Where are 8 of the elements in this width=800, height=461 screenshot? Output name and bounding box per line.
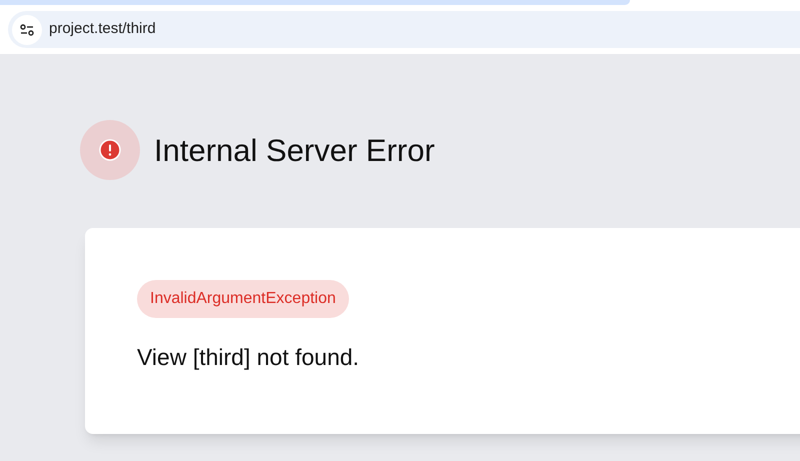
error-message: View [third] not found. (137, 346, 360, 369)
settings-icon (20, 24, 34, 36)
url-text: project.test/third (49, 19, 156, 40)
address-bar[interactable]: project.test/third (8, 11, 800, 48)
exception-badge: InvalidArgumentException (137, 280, 349, 318)
exclamation-icon (99, 139, 121, 161)
error-title: Internal Server Error (154, 134, 435, 166)
site-settings-button[interactable] (12, 14, 42, 44)
